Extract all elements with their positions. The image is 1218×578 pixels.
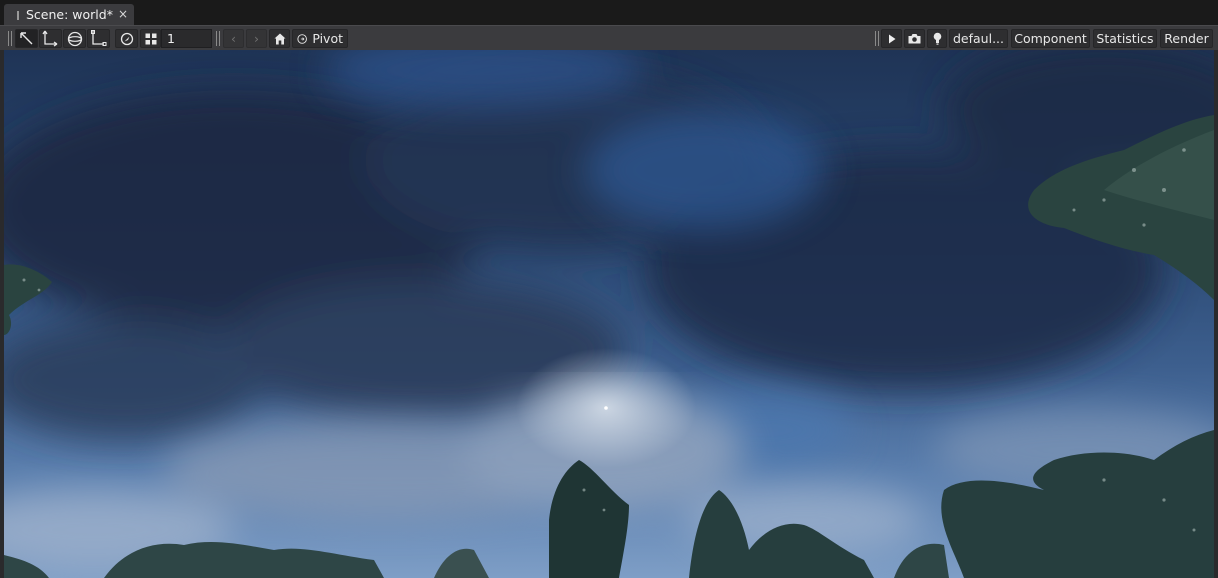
move-tool-icon	[42, 30, 58, 47]
viewport-right-border	[1214, 50, 1218, 578]
toolbar-grip-icon[interactable]	[8, 31, 12, 46]
camera-icon	[908, 34, 921, 44]
viewport-toolbar: ‹ › Pivot defaul...	[0, 25, 1218, 50]
toolbar-separator-icon	[216, 31, 220, 46]
rotate-tool-icon	[67, 31, 82, 46]
render-label: Render	[1164, 31, 1209, 46]
component-button[interactable]: Component	[1011, 29, 1090, 48]
pivot-label: Pivot	[312, 31, 343, 46]
pivot-icon	[297, 33, 307, 44]
previous-button[interactable]: ‹	[223, 29, 244, 48]
toolbar-grip-right-icon[interactable]	[875, 31, 879, 46]
home-button[interactable]	[269, 29, 290, 48]
light-button[interactable]	[927, 29, 947, 48]
pivot-button[interactable]: Pivot	[292, 29, 348, 48]
pin-icon	[17, 11, 19, 20]
grid-icon	[145, 33, 156, 44]
close-icon[interactable]: ×	[118, 7, 128, 21]
play-icon	[888, 34, 895, 43]
move-tool-button[interactable]	[39, 29, 62, 48]
render-button[interactable]: Render	[1160, 29, 1213, 48]
chevron-right-icon: ›	[254, 31, 259, 46]
snap-button[interactable]	[115, 29, 138, 48]
sky-scene-render	[4, 50, 1214, 578]
snap-icon	[120, 32, 133, 45]
preset-label: defaul...	[953, 31, 1005, 46]
light-bulb-icon	[933, 32, 941, 45]
preset-dropdown[interactable]: defaul...	[949, 29, 1008, 48]
camera-button[interactable]	[904, 29, 925, 48]
grid-button[interactable]	[140, 29, 161, 48]
select-tool-icon	[20, 32, 33, 45]
chevron-left-icon: ‹	[231, 31, 236, 46]
next-button[interactable]: ›	[246, 29, 267, 48]
statistics-label: Statistics	[1096, 31, 1154, 46]
select-tool-button[interactable]	[15, 29, 38, 48]
scale-tool-icon	[91, 30, 107, 46]
tab-bar: Scene: world* ×	[0, 0, 1218, 25]
home-icon	[274, 33, 285, 44]
component-label: Component	[1014, 31, 1087, 46]
scale-tool-button[interactable]	[87, 29, 110, 48]
scene-tab[interactable]: Scene: world* ×	[4, 4, 134, 25]
rotate-tool-button[interactable]	[63, 29, 86, 48]
statistics-button[interactable]: Statistics	[1093, 29, 1157, 48]
scene-viewport[interactable]	[4, 50, 1214, 578]
layer-number-field[interactable]	[161, 29, 212, 48]
scene-tab-title: Scene: world*	[26, 7, 113, 22]
play-button[interactable]	[881, 29, 902, 48]
